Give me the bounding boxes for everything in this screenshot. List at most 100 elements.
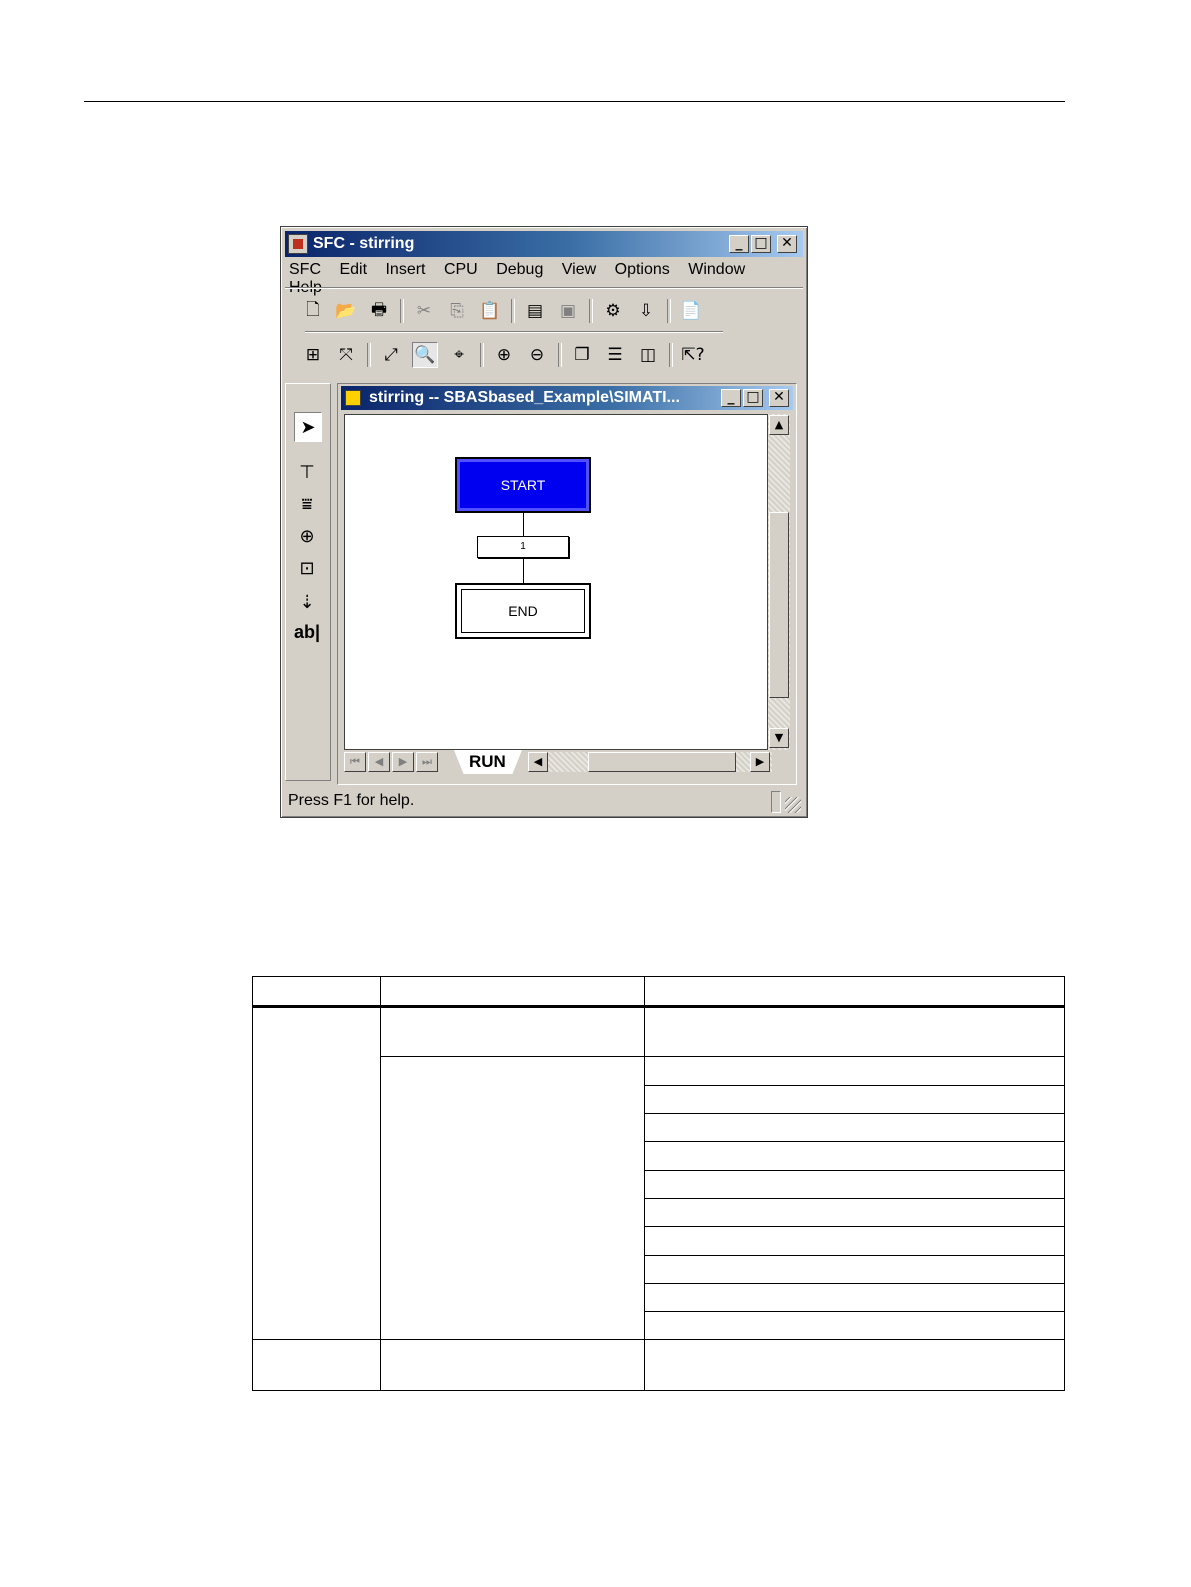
connector-line — [523, 513, 524, 536]
horizontal-scroll-thumb[interactable] — [588, 752, 736, 772]
overview-icon[interactable]: ⊞ — [301, 343, 325, 367]
zoom-fit-icon[interactable]: ⤢ — [379, 343, 403, 367]
table-rule — [644, 1141, 1065, 1142]
status-pane — [771, 791, 781, 813]
tile-vertical-icon[interactable]: ◫ — [636, 343, 660, 367]
toolbar-separator — [558, 343, 562, 367]
menu-view[interactable]: View — [562, 261, 596, 278]
step-transition-icon[interactable]: ⊤ — [294, 458, 320, 486]
toolbar-separator — [480, 343, 484, 367]
zoom-point-icon[interactable]: ⌖ — [447, 343, 471, 367]
zoom-in-icon[interactable]: ⊕ — [492, 343, 516, 367]
chart-titlebar[interactable]: stirring -- SBASbased_Example\SIMATI... … — [341, 386, 793, 410]
sfc-chart-window: stirring -- SBASbased_Example\SIMATI... … — [337, 383, 797, 785]
chart-minimize-button[interactable]: _ — [721, 389, 741, 407]
object-properties-icon[interactable]: ▣ — [556, 299, 580, 323]
zoom-out-icon[interactable]: ⊖ — [525, 343, 549, 367]
chart-title: stirring -- SBASbased_Example\SIMATI... — [369, 389, 680, 406]
transition[interactable]: 1 — [477, 536, 569, 558]
open-icon[interactable]: 📂 — [334, 299, 358, 323]
menu-window[interactable]: Window — [688, 261, 745, 278]
chart-close-button[interactable]: ✕ — [769, 389, 789, 407]
context-help-icon[interactable]: ⇱? — [681, 343, 705, 367]
app-titlebar[interactable]: SFC - stirring _ □ ✕ — [285, 231, 803, 257]
chart-icon[interactable] — [345, 390, 361, 406]
vertical-scrollbar[interactable]: ▲ ▼ — [768, 414, 790, 750]
status-bar: Press F1 for help. — [285, 789, 803, 815]
simultaneous-branch-icon[interactable]: ⩸ — [294, 490, 320, 518]
sheet-tab-bar: ⏮ ◀ ▶ ⏭ RUN ◀ ▶ — [344, 750, 790, 774]
toolbar-separator — [669, 343, 673, 367]
table-rule — [380, 976, 381, 1391]
menu-insert[interactable]: Insert — [385, 261, 425, 278]
cut-icon[interactable]: ✂ — [412, 299, 436, 323]
minimize-button[interactable]: _ — [729, 235, 749, 253]
start-step[interactable]: START — [455, 457, 591, 513]
vertical-scroll-thumb[interactable] — [769, 512, 789, 698]
download-icon[interactable]: ⇩ — [634, 299, 658, 323]
table-rule — [644, 1198, 1065, 1199]
toolbar-separator — [367, 343, 371, 367]
cascade-icon[interactable]: ❐ — [570, 343, 594, 367]
scroll-left-arrow-icon[interactable]: ◀ — [528, 752, 548, 772]
jump-icon[interactable]: ⇣ — [294, 588, 320, 616]
table-rule — [644, 1311, 1065, 1312]
sfc-canvas[interactable]: START 1 END — [344, 414, 768, 750]
close-button[interactable]: ✕ — [777, 235, 797, 253]
tile-horizontal-icon[interactable]: ☰ — [603, 343, 627, 367]
table-rule — [644, 1113, 1065, 1114]
select-arrow-icon[interactable]: ➤ — [294, 412, 322, 442]
table-rule — [380, 1056, 1065, 1057]
compile-icon[interactable]: ⚙ — [601, 299, 625, 323]
loop-icon[interactable]: ⊡ — [294, 554, 320, 582]
prev-sheet-icon[interactable]: ◀ — [368, 752, 390, 772]
view-toolbar: ⊞ ⤧ ⤢ 🔍 ⌖ ⊕ ⊖ ❐ ☰ ◫ ⇱? — [301, 340, 714, 370]
menu-debug[interactable]: Debug — [496, 261, 543, 278]
scroll-down-arrow-icon[interactable]: ▼ — [769, 728, 789, 748]
layout-icon[interactable]: ⤧ — [334, 343, 358, 367]
toolbar-separator — [400, 299, 404, 323]
toolbar-row-separator — [305, 331, 723, 333]
print-icon[interactable]: 🖶 — [367, 299, 391, 323]
last-sheet-icon[interactable]: ⏭ — [416, 752, 438, 772]
scroll-right-arrow-icon[interactable]: ▶ — [750, 752, 770, 772]
new-icon[interactable]: 🗋 — [301, 299, 325, 323]
sfc-object-palette: ➤ ⊤ ⩸ ⊕ ⊡ ⇣ ab| — [285, 383, 331, 781]
end-step[interactable]: END — [455, 583, 591, 639]
standard-toolbar: 🗋 📂 🖶 ✂ ⎘ 📋 ▤ ▣ ⚙ ⇩ 📄 — [301, 296, 712, 326]
menu-cpu[interactable]: CPU — [444, 261, 478, 278]
table-rule — [252, 976, 253, 1391]
sheet-tab-label: RUN — [469, 752, 506, 771]
copy-icon[interactable]: ⎘ — [445, 299, 469, 323]
app-title: SFC - stirring — [313, 235, 415, 252]
sheet-tab-run[interactable]: RUN — [454, 750, 522, 774]
menu-edit[interactable]: Edit — [339, 261, 367, 278]
chart-maximize-button[interactable]: □ — [743, 389, 763, 407]
status-message: Press F1 for help. — [288, 792, 415, 809]
next-sheet-icon[interactable]: ▶ — [392, 752, 414, 772]
table-rule — [644, 1226, 1065, 1227]
resize-grip-icon[interactable] — [785, 797, 801, 813]
documentation-icon[interactable]: 📄 — [679, 299, 703, 323]
alternative-branch-icon[interactable]: ⊕ — [294, 522, 320, 550]
first-sheet-icon[interactable]: ⏮ — [344, 752, 366, 772]
properties-icon[interactable]: ▤ — [523, 299, 547, 323]
table-header-rule — [252, 1005, 1065, 1008]
menu-sfc[interactable]: SFC — [289, 261, 321, 278]
menu-options[interactable]: Options — [615, 261, 670, 278]
horizontal-scrollbar[interactable]: ◀ ▶ — [528, 752, 772, 772]
menubar: SFC Edit Insert CPU Debug View Options W… — [289, 261, 807, 296]
end-step-label: END — [508, 603, 538, 619]
table-rule — [644, 1170, 1065, 1171]
sfc-app-window: SFC - stirring _ □ ✕ SFC Edit Insert CPU… — [280, 226, 808, 818]
maximize-button[interactable]: □ — [751, 235, 771, 253]
text-field-icon[interactable]: ab| — [294, 618, 320, 646]
paste-icon[interactable]: 📋 — [478, 299, 502, 323]
sfc-app-icon[interactable] — [288, 234, 308, 254]
page-top-rule — [84, 101, 1065, 102]
toolbar-separator — [589, 299, 593, 323]
scroll-up-arrow-icon[interactable]: ▲ — [769, 415, 789, 435]
zoom-area-icon[interactable]: 🔍 — [412, 342, 438, 368]
table-rule — [1064, 976, 1065, 1391]
table-rule — [644, 1283, 1065, 1284]
